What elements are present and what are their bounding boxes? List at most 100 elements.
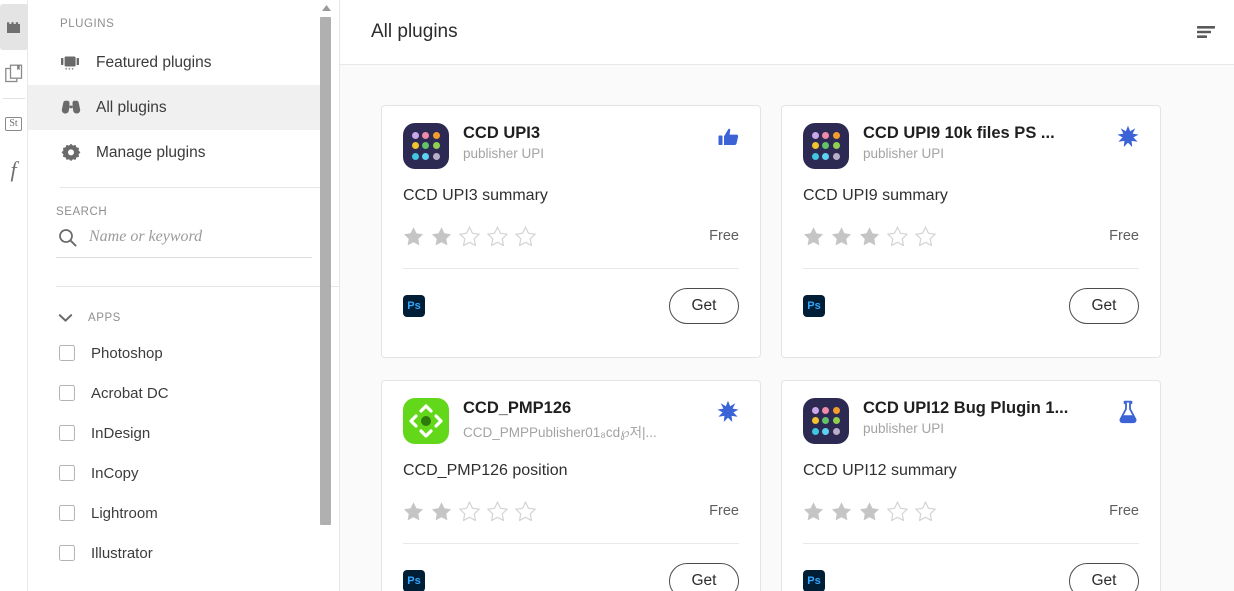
plugin-price: Free (709, 228, 739, 244)
filter-sort-icon (1197, 26, 1215, 38)
gear-icon (60, 142, 82, 164)
sidebar-item-manage-plugins[interactable]: Manage plugins (28, 130, 324, 175)
star-empty-icon (915, 226, 936, 246)
star-empty-icon (887, 501, 908, 521)
get-button[interactable]: Get (669, 288, 739, 324)
scroll-up-arrow-icon[interactable] (321, 2, 332, 13)
plugin-card[interactable]: CCD_PMP126 CCD_PMPPublisher01₈cd℘저|... C… (381, 380, 761, 591)
get-button[interactable]: Get (669, 563, 739, 591)
app-filter-label: Lightroom (91, 504, 158, 522)
star-rating[interactable] (403, 501, 536, 521)
plugin-thumbnail-dot-grid-icon (803, 398, 849, 444)
app-filter-illustrator[interactable]: Illustrator (28, 533, 324, 573)
plugin-card-titles: CCD UPI9 10k files PS ... publisher UPI (863, 123, 1139, 161)
star-filled-icon (431, 227, 452, 246)
checkbox-icon[interactable] (59, 545, 75, 561)
star-empty-icon (459, 501, 480, 521)
photoshop-badge-icon: Ps (403, 570, 425, 591)
sidebar-plugins-heading: PLUGINS (60, 18, 115, 30)
thumbs-up-icon[interactable] (715, 124, 741, 150)
app-filter-photoshop[interactable]: Photoshop (28, 333, 324, 373)
app-filter-label: Acrobat DC (91, 384, 169, 402)
plugin-rating-row: Free (803, 226, 1139, 246)
get-button[interactable]: Get (1069, 563, 1139, 591)
fonts-rail-icon[interactable]: f (0, 147, 28, 193)
photoshop-badge-icon: Ps (403, 295, 425, 317)
search-input[interactable] (89, 228, 299, 246)
star-filled-icon (859, 227, 880, 246)
app-filter-label: InDesign (91, 424, 151, 442)
plugin-publisher: publisher UPI (863, 421, 945, 436)
card-divider (803, 543, 1139, 544)
star-filled-icon (831, 502, 852, 521)
plugin-publisher: publisher UPI (463, 146, 545, 161)
plugin-thumbnail-dot-grid-icon (403, 123, 449, 169)
plugin-price: Free (1109, 228, 1139, 244)
stock-rail-icon[interactable]: St (0, 101, 28, 147)
plugin-thumbnail-dot-grid-icon (803, 123, 849, 169)
star-rating[interactable] (803, 226, 936, 246)
plugin-card[interactable]: CCD UPI12 Bug Plugin 1... publisher UPI … (781, 380, 1161, 591)
search-field-row[interactable] (56, 226, 312, 258)
plugin-title: CCD UPI12 Bug Plugin 1... (863, 399, 1069, 417)
star-rating[interactable] (803, 501, 936, 521)
burst-star-icon[interactable] (1115, 124, 1141, 150)
app-icon-rail: St f (0, 0, 28, 591)
plugin-summary: CCD UPI3 summary (403, 187, 548, 204)
scrollbar-thumb[interactable] (320, 17, 331, 525)
app-filter-lightroom[interactable]: Lightroom (28, 493, 324, 533)
star-filled-icon (831, 227, 852, 246)
burst-star-icon[interactable] (715, 399, 741, 425)
plugin-rating-row: Free (803, 501, 1139, 521)
apps-section-header[interactable]: APPS (28, 287, 324, 333)
featured-plugins-icon (60, 52, 82, 74)
filter-sort-button[interactable] (1188, 14, 1224, 50)
plugin-cards-scroll-area[interactable]: CCD UPI3 publisher UPI CCD UPI3 summary (340, 65, 1234, 591)
sidebar: PLUGINS Featured plugins All plugins Man… (28, 0, 340, 591)
plugin-price: Free (709, 503, 739, 519)
flask-icon[interactable] (1115, 399, 1141, 425)
plugin-card[interactable]: CCD UPI9 10k files PS ... publisher UPI … (781, 105, 1161, 358)
checkbox-icon[interactable] (59, 425, 75, 441)
chevron-down-icon (54, 307, 76, 329)
star-filled-icon (803, 227, 824, 246)
card-divider (403, 543, 739, 544)
plugin-card-footer: Ps Get (403, 288, 739, 324)
app-filter-acrobat-dc[interactable]: Acrobat DC (28, 373, 324, 413)
main-header: All plugins (340, 0, 1234, 65)
plugin-card-header: CCD_PMP126 CCD_PMPPublisher01₈cd℘저|... (403, 398, 739, 444)
stock-rail-label: St (5, 117, 22, 131)
plugin-summary: CCD_PMP126 position (403, 462, 568, 479)
sidebar-item-label: Manage plugins (96, 143, 206, 161)
sidebar-item-featured-plugins[interactable]: Featured plugins (28, 40, 324, 85)
puzzle-plugin-glyph (7, 21, 20, 33)
star-empty-icon (487, 501, 508, 521)
get-button[interactable]: Get (1069, 288, 1139, 324)
star-filled-icon (403, 502, 424, 521)
app-filter-incopy[interactable]: InCopy (28, 453, 324, 493)
sidebar-scrollbar[interactable] (320, 0, 333, 591)
plugin-title: CCD UPI3 (463, 124, 541, 142)
library-rail-icon[interactable] (0, 50, 28, 96)
star-empty-icon (515, 501, 536, 521)
app-filter-label: Photoshop (91, 344, 163, 362)
checkbox-icon[interactable] (59, 385, 75, 401)
sidebar-item-all-plugins[interactable]: All plugins (28, 85, 324, 130)
plugin-rating-row: Free (403, 501, 739, 521)
plugin-card-footer: Ps Get (803, 288, 1139, 324)
plugin-card-footer: Ps Get (403, 563, 739, 591)
checkbox-icon[interactable] (59, 505, 75, 521)
plugin-rating-row: Free (403, 226, 739, 246)
app-filter-label: InCopy (91, 464, 139, 482)
app-filter-indesign[interactable]: InDesign (28, 413, 324, 453)
checkbox-icon[interactable] (59, 465, 75, 481)
plugin-cards-grid: CCD UPI3 publisher UPI CCD UPI3 summary (381, 105, 1234, 591)
checkbox-icon[interactable] (59, 345, 75, 361)
plugins-rail-icon[interactable] (0, 4, 28, 50)
plugin-card[interactable]: CCD UPI3 publisher UPI CCD UPI3 summary (381, 105, 761, 358)
photoshop-badge-icon: Ps (803, 295, 825, 317)
plugin-summary: CCD UPI9 summary (803, 187, 948, 204)
star-rating[interactable] (403, 226, 536, 246)
main-panel: All plugins CCD UPI3 publisher UPI CCD U… (340, 0, 1234, 591)
page-title: All plugins (371, 21, 458, 42)
